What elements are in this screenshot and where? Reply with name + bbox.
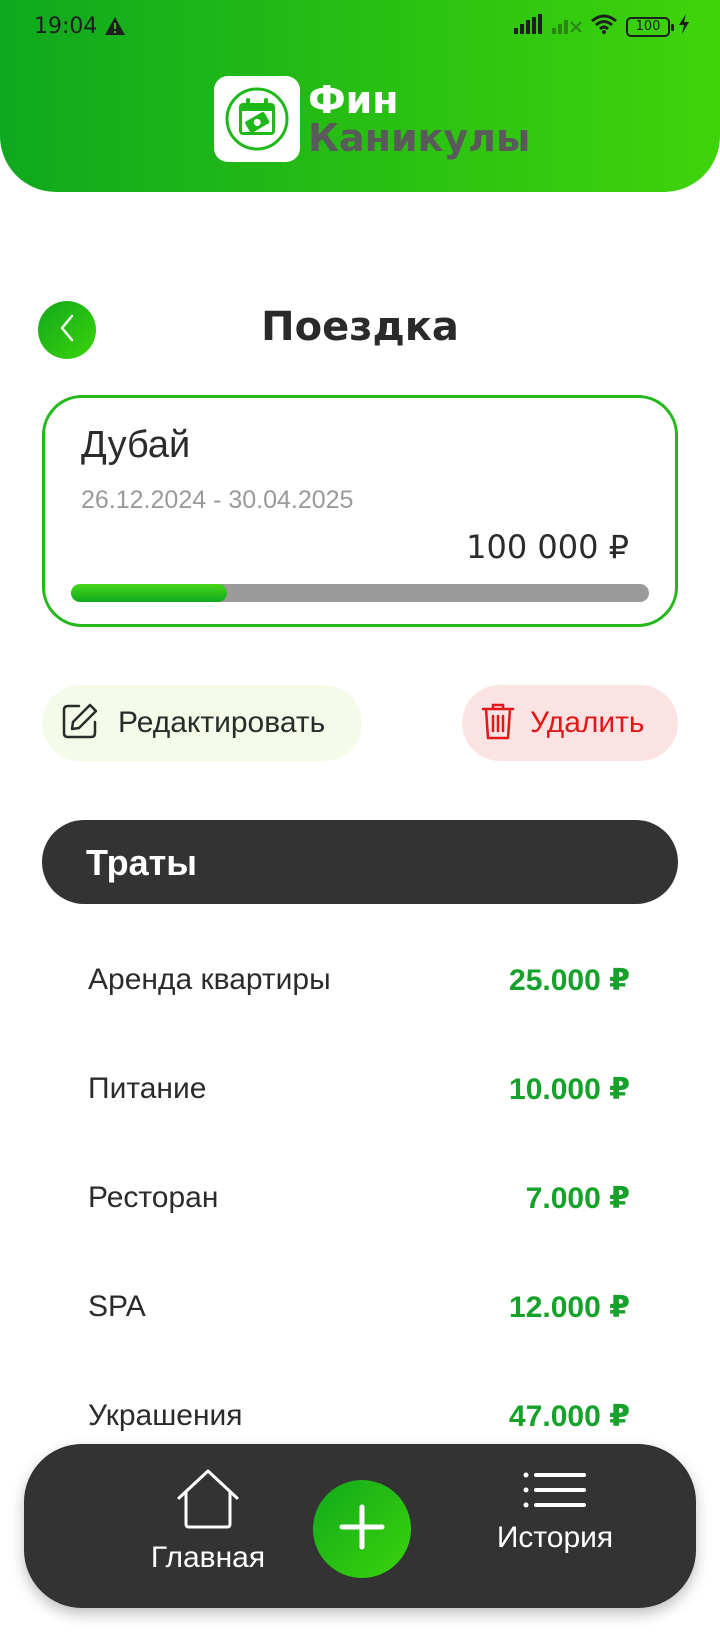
plus-icon <box>339 1504 385 1555</box>
expense-amount: 10.000 ₽ <box>509 1072 630 1106</box>
nav-home[interactable]: Главная <box>128 1468 288 1575</box>
trash-icon <box>480 701 516 746</box>
page-title: Поездка <box>261 304 459 350</box>
expense-amount: 7.000 ₽ <box>525 1181 630 1215</box>
list-item[interactable]: Питание 10.000 ₽ <box>88 1064 630 1114</box>
budget-progress-bar <box>71 584 649 602</box>
delete-button-label: Удалить <box>530 706 645 739</box>
nav-history[interactable]: История <box>470 1470 640 1555</box>
warning-icon <box>104 16 126 41</box>
expense-name: Ресторан <box>88 1181 219 1214</box>
logo-line-1: Фин <box>308 78 399 122</box>
wifi-icon <box>590 14 618 39</box>
edit-icon <box>60 701 100 746</box>
app-logo: Фин Каникулы <box>214 76 530 162</box>
expense-name: Украшения <box>88 1399 243 1432</box>
bottom-nav: Главная История <box>24 1444 696 1608</box>
app-header: 19:04 100 Фин Каникулы <box>0 0 720 192</box>
edit-button-label: Редактировать <box>118 706 326 739</box>
list-item[interactable]: SPA 12.000 ₽ <box>88 1282 630 1332</box>
trip-card[interactable]: Дубай 26.12.2024 - 30.04.2025 100 000 ₽ <box>42 395 678 627</box>
list-item[interactable]: Аренда квартиры 25.000 ₽ <box>88 955 630 1005</box>
status-time: 19:04 <box>34 14 98 39</box>
edit-button[interactable]: Редактировать <box>42 685 362 761</box>
expenses-title: Траты <box>86 842 198 883</box>
signal-icon <box>514 14 544 39</box>
expense-name: Аренда квартиры <box>88 963 331 996</box>
nav-history-label: История <box>496 1521 614 1554</box>
expense-amount: 25.000 ₽ <box>509 963 630 997</box>
expenses-header: Траты <box>42 820 678 904</box>
trip-name: Дубай <box>81 424 191 466</box>
nav-home-label: Главная <box>150 1541 266 1574</box>
trip-dates: 26.12.2024 - 30.04.2025 <box>81 486 354 514</box>
add-button[interactable] <box>313 1480 411 1578</box>
delete-button[interactable]: Удалить <box>462 685 678 761</box>
logo-text: Фин Каникулы <box>308 81 530 157</box>
list-item[interactable]: Украшения 47.000 ₽ <box>88 1391 630 1441</box>
list-icon <box>522 1472 588 1514</box>
expense-name: Питание <box>88 1072 207 1105</box>
expense-amount: 12.000 ₽ <box>509 1290 630 1324</box>
charging-icon <box>678 14 690 39</box>
list-item[interactable]: Ресторан 7.000 ₽ <box>88 1173 630 1223</box>
budget-progress-fill <box>71 584 228 602</box>
signal-off-icon <box>552 14 582 39</box>
expense-name: SPA <box>88 1290 146 1323</box>
expense-amount: 47.000 ₽ <box>509 1399 630 1433</box>
home-icon <box>175 1469 241 1534</box>
status-icons: 100 <box>514 14 690 39</box>
logo-line-2: Каникулы <box>308 116 531 160</box>
trip-budget: 100 000 ₽ <box>466 528 629 566</box>
battery-icon: 100 <box>626 16 674 37</box>
calendar-money-icon <box>214 76 300 162</box>
status-bar: 19:04 100 <box>0 0 720 56</box>
